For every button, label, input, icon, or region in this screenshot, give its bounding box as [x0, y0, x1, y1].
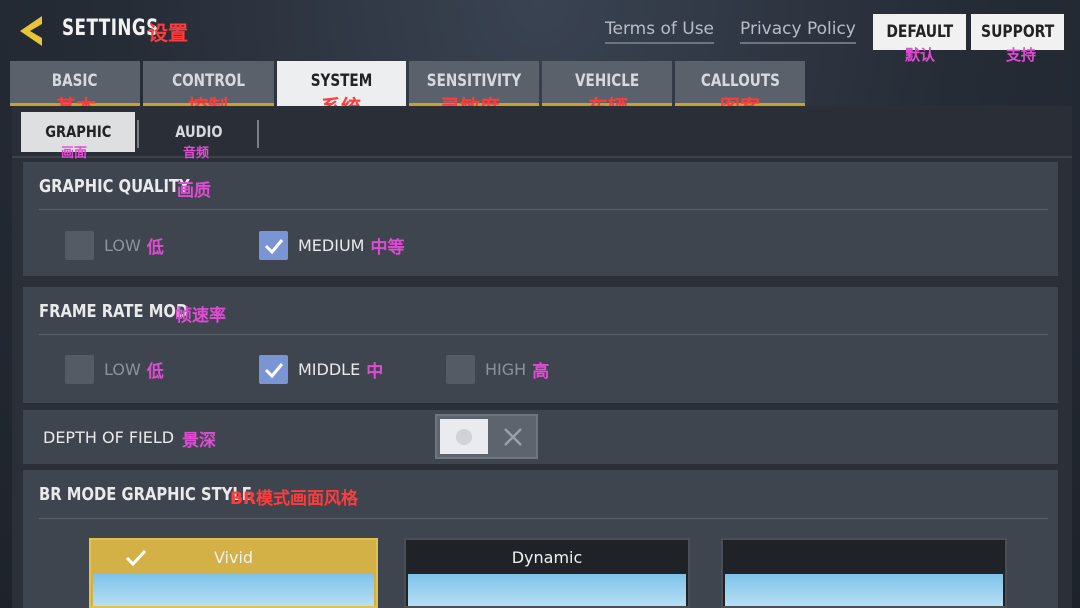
- terms-of-use-link[interactable]: Terms of Use: [605, 19, 715, 44]
- divider: [137, 120, 139, 148]
- frame-rate-low-option[interactable]: LOW 低: [65, 355, 164, 384]
- style-card-label: Dynamic: [511, 548, 583, 567]
- default-button-label: DEFAULT: [886, 22, 953, 42]
- depth-of-field-cn: 景深: [182, 431, 216, 451]
- divider: [257, 120, 259, 148]
- graphic-quality-low-option[interactable]: LOW 低: [65, 231, 164, 260]
- option-label: LOW: [104, 236, 141, 255]
- style-card-third[interactable]: [721, 538, 1007, 608]
- checkbox[interactable]: [65, 231, 94, 260]
- frame-rate-middle-option[interactable]: MIDDLE 中: [259, 355, 383, 384]
- depth-of-field-toggle[interactable]: [435, 414, 538, 459]
- depth-of-field-label: DEPTH OF FIELD: [43, 428, 175, 447]
- toggle-knob: [440, 419, 488, 454]
- frame-rate-section: FRAME RATE MOD 帧速率 LOW 低 MIDDLE 中 HIGH 高: [23, 287, 1058, 403]
- checkbox-checked[interactable]: [259, 355, 288, 384]
- page-title: SETTINGS: [62, 16, 159, 41]
- checkbox-checked[interactable]: [259, 231, 288, 260]
- support-button-cn: 支持: [1006, 46, 1037, 64]
- subtab-graphic-cn: 画面: [61, 146, 88, 161]
- subtab-audio-cn: 音频: [183, 146, 210, 161]
- default-button-cn: 默认: [905, 46, 936, 64]
- check-icon: [264, 238, 283, 254]
- back-icon[interactable]: [14, 12, 52, 50]
- style-preview-image: [408, 574, 686, 606]
- option-label: HIGH: [485, 360, 527, 379]
- style-card-dynamic[interactable]: Dynamic: [404, 538, 690, 608]
- divider: [39, 334, 1048, 335]
- option-label: LOW: [104, 360, 141, 379]
- divider: [39, 209, 1048, 210]
- style-card-vivid[interactable]: Vivid: [89, 538, 378, 608]
- option-cn: 中等: [370, 238, 405, 258]
- checkbox[interactable]: [446, 355, 475, 384]
- divider: [39, 518, 1048, 519]
- option-cn: 高: [532, 362, 550, 382]
- option-label: MEDIUM: [298, 236, 365, 255]
- graphic-quality-medium-option[interactable]: MEDIUM 中等: [259, 231, 404, 260]
- frame-rate-cn: 帧速率: [175, 306, 226, 326]
- option-cn: 中: [366, 362, 384, 382]
- br-style-cn: BR模式画面风格: [230, 489, 359, 509]
- option-label: MIDDLE: [298, 360, 361, 379]
- check-icon: [264, 362, 283, 378]
- depth-of-field-row: [23, 410, 1058, 464]
- privacy-policy-link[interactable]: Privacy Policy: [740, 19, 856, 44]
- frame-rate-high-option[interactable]: HIGH 高: [446, 355, 549, 384]
- option-cn: 低: [146, 238, 164, 258]
- style-preview-image: [725, 574, 1003, 606]
- option-cn: 低: [146, 362, 164, 382]
- support-button-label: SUPPORT: [980, 22, 1055, 42]
- style-card-label: Vivid: [213, 548, 254, 567]
- style-preview-image: [93, 574, 374, 606]
- page-title-cn: 设置: [148, 21, 188, 45]
- graphic-quality-section: GRAPHIC QUALITY 画质 LOW 低 MEDIUM 中等: [23, 162, 1058, 276]
- graphic-quality-cn: 画质: [177, 181, 211, 201]
- checkbox[interactable]: [65, 355, 94, 384]
- close-icon: [504, 428, 522, 446]
